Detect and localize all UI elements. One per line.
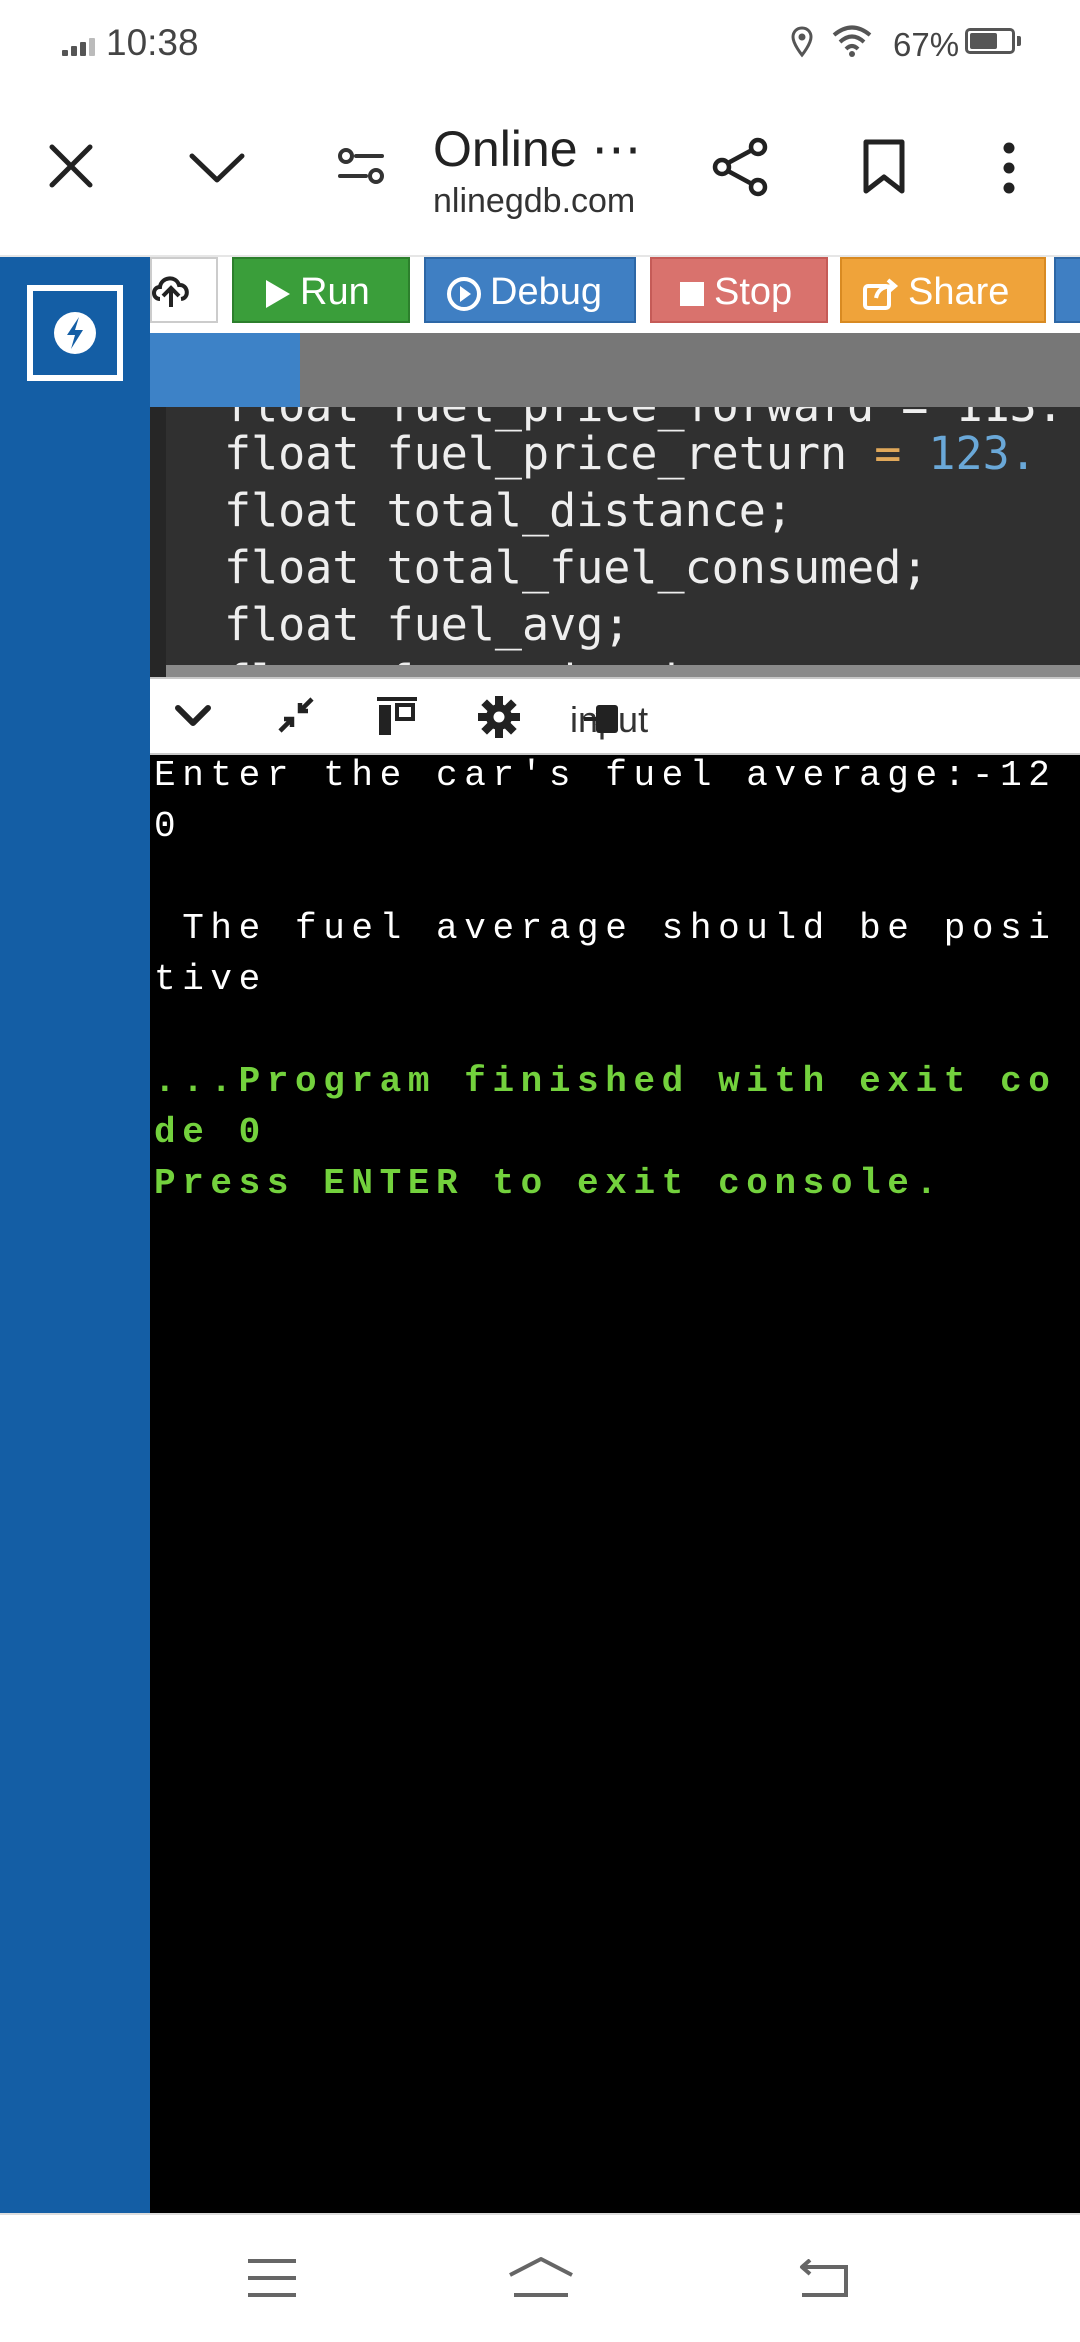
share-arrow-icon (863, 278, 899, 310)
share-label: Share (908, 271, 1010, 313)
site-settings-icon[interactable] (336, 144, 386, 188)
back-icon[interactable] (796, 2259, 850, 2299)
compress-icon[interactable] (276, 695, 316, 735)
run-label: Run (300, 271, 370, 313)
page-title[interactable]: Online ⋯ (433, 120, 641, 178)
wifi-icon (832, 25, 872, 57)
console-line: The fuel average should be posi (154, 908, 1057, 949)
console-line: 0 (154, 806, 183, 847)
system-nav-bar (0, 2213, 1080, 2342)
signal-icon (62, 36, 102, 56)
more-actions-button[interactable] (1054, 257, 1080, 323)
code-text: float fuel_price_return (224, 427, 875, 480)
input-arrow-icon[interactable] (582, 699, 622, 739)
code-line: float total_fuel_consumed; (224, 541, 929, 594)
play-icon (266, 279, 290, 308)
stop-square-icon (680, 281, 704, 306)
battery-icon (965, 28, 1015, 54)
menu-icon[interactable] (246, 2258, 298, 2298)
browser-toolbar: Online ⋯ nlinegdb.com (0, 90, 1080, 257)
code-number: 123. (901, 427, 1037, 480)
console-output[interactable]: Enter the car's fuel average:-12 0 The f… (150, 755, 1080, 2213)
close-icon[interactable] (48, 143, 94, 189)
bookmark-icon[interactable] (862, 139, 906, 195)
console-line: tive (154, 959, 267, 1000)
upload-button[interactable] (150, 257, 218, 323)
battery-percent: 67% (893, 26, 960, 63)
upload-cloud-icon (152, 276, 189, 307)
run-button[interactable]: Run (232, 257, 410, 323)
code-editor[interactable]: float fuel_price_forward = 113. float fu… (150, 407, 1080, 677)
battery-tip (1017, 36, 1021, 46)
debug-play-circle-icon (447, 276, 481, 311)
debug-label: Debug (490, 271, 602, 313)
debug-button[interactable]: Debug (424, 257, 636, 323)
code-operator: = (874, 427, 902, 480)
battery-level-fill (970, 33, 997, 49)
console-line: Enter the car's fuel average:-12 (154, 755, 1057, 796)
code-line: float total_distance; (224, 484, 793, 537)
action-toolbar: Run Debug Stop Share (150, 257, 1080, 333)
page-url[interactable]: nlinegdb.com (433, 182, 635, 221)
file-tab-strip (150, 333, 1080, 407)
location-icon (791, 26, 813, 58)
share-icon[interactable] (712, 137, 770, 197)
editor-gutter (150, 407, 166, 677)
home-icon[interactable] (506, 2255, 576, 2299)
layout-icon[interactable] (375, 695, 419, 737)
gear-icon[interactable] (477, 695, 521, 739)
share-code-button[interactable]: Share (840, 257, 1046, 323)
status-time: 10:38 (106, 22, 199, 63)
active-file-tab[interactable] (150, 333, 300, 407)
chevron-down-icon[interactable] (188, 152, 246, 184)
console-line: ...Program finished with exit co (154, 1061, 1057, 1102)
console-line: de 0 (154, 1112, 267, 1153)
editor-scrollbar[interactable] (166, 665, 1080, 677)
more-vert-icon[interactable] (1000, 142, 1018, 194)
app-sidebar (0, 257, 150, 2213)
console-line: Press ENTER to exit console. (154, 1163, 944, 1204)
code-line: float fuel_price_return = 123. (224, 427, 1037, 480)
console-toolbar: input (150, 677, 1080, 755)
code-line: float fuel_avg; (224, 598, 631, 651)
chevron-down-icon[interactable] (174, 699, 212, 733)
onlinegdb-logo[interactable] (27, 285, 123, 381)
stop-button[interactable]: Stop (650, 257, 828, 323)
lightning-icon (54, 312, 96, 354)
status-bar: 10:38 67% (0, 0, 1080, 90)
stop-label: Stop (714, 271, 793, 313)
